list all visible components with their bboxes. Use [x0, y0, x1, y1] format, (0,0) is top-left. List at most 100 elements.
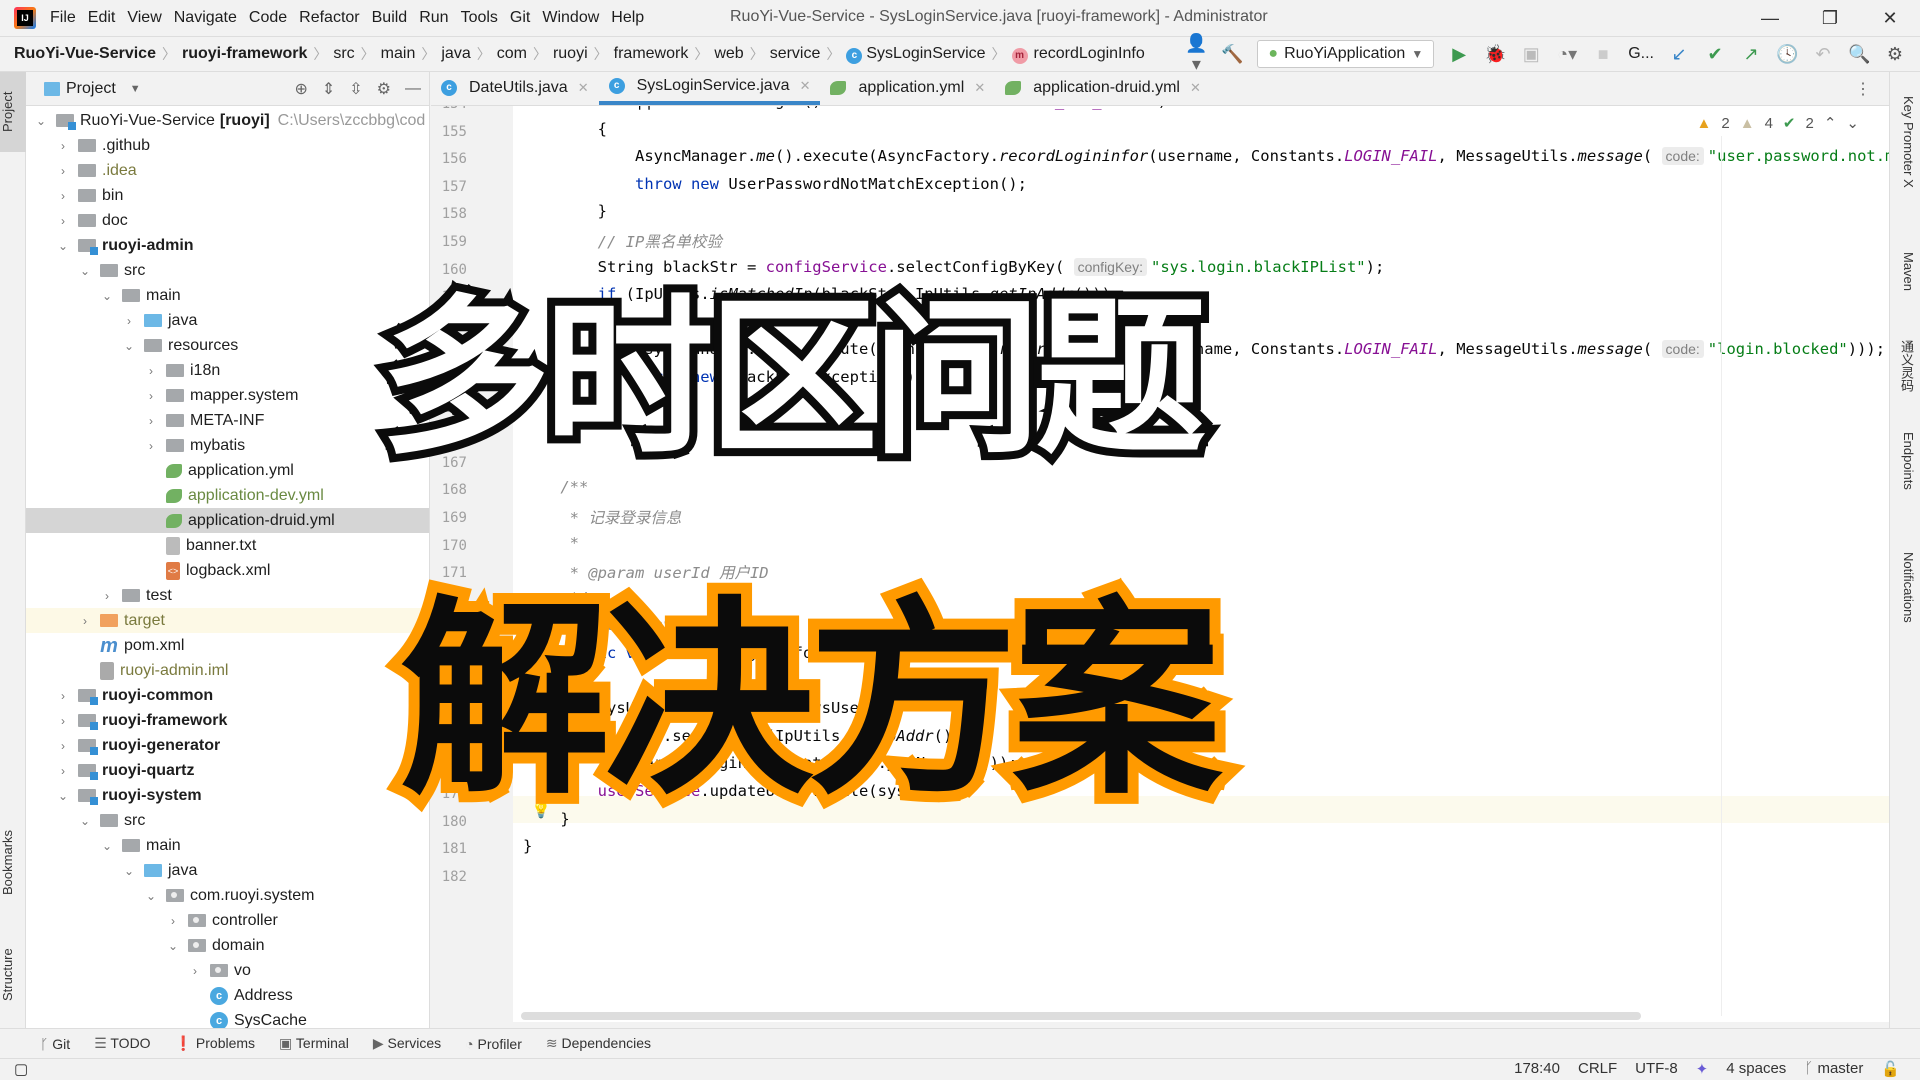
menu-item-code[interactable]: Code [249, 9, 287, 27]
tree-item[interactable]: › doc [26, 208, 429, 233]
tree-item[interactable]: ⌄ ruoyi-admin [26, 233, 429, 258]
tool-window-project[interactable]: Project [0, 72, 26, 152]
git-branch[interactable]: ᚴ master [1804, 1060, 1863, 1078]
run-configuration-select[interactable]: ● RuoYiApplication ▼ [1257, 40, 1435, 68]
chevron-right-icon[interactable]: › [56, 189, 70, 203]
menu-item-refactor[interactable]: Refactor [299, 9, 359, 27]
tree-item[interactable]: application.yml [26, 458, 429, 483]
chevron-down-icon[interactable]: ⌄ [122, 339, 136, 353]
breadcrumb-item[interactable]: service [770, 45, 821, 63]
run-icon[interactable]: ▶ [1448, 44, 1470, 65]
git-update-icon[interactable]: ↙ [1668, 44, 1690, 65]
menu-item-edit[interactable]: Edit [88, 9, 116, 27]
tree-item[interactable]: › .idea [26, 158, 429, 183]
git-label[interactable]: G... [1628, 45, 1654, 63]
build-hammer-icon[interactable]: 🔨 [1221, 44, 1243, 65]
chevron-down-icon[interactable]: ⌄ [78, 814, 92, 828]
code-line[interactable]: } [523, 837, 532, 855]
tree-item[interactable]: › META-INF [26, 408, 429, 433]
chevron-down-icon[interactable]: ⌄ [34, 114, 48, 128]
menu-item-navigate[interactable]: Navigate [174, 9, 237, 27]
chevron-down-icon[interactable]: ▼ [130, 83, 141, 95]
inspection-widget[interactable]: ▲ 2 ▲ 4 ✔ 2 ⌃ ⌄ [1697, 114, 1859, 133]
tree-item[interactable]: › ruoyi-common [26, 683, 429, 708]
chevron-right-icon[interactable]: › [144, 439, 158, 453]
rollback-icon[interactable]: ↶ [1812, 44, 1834, 65]
menu-item-view[interactable]: View [127, 9, 161, 27]
history-clock-icon[interactable]: 🕓 [1776, 44, 1798, 65]
caret-position[interactable]: 178:40 [1514, 1060, 1560, 1078]
tree-item[interactable]: ⌄ src [26, 808, 429, 833]
hide-panel-icon[interactable]: — [405, 80, 421, 98]
breadcrumb-item[interactable]: c SysLoginService [846, 45, 986, 64]
menu-item-git[interactable]: Git [510, 9, 530, 27]
horizontal-scrollbar[interactable] [521, 1012, 1641, 1020]
toggle-tool-windows-icon[interactable]: ▢ [14, 1060, 28, 1078]
breadcrumb-item[interactable]: ruoyi [553, 45, 588, 63]
tree-item[interactable]: ⌄ RuoYi-Vue-Service [ruoyi] C:\Users\zccbbg… [26, 108, 429, 133]
tree-item[interactable]: banner.txt [26, 533, 429, 558]
chevron-right-icon[interactable]: › [56, 139, 70, 153]
tree-item[interactable]: ⌄ src [26, 258, 429, 283]
chevron-right-icon[interactable]: › [122, 314, 136, 328]
indent-setting[interactable]: 4 spaces [1726, 1060, 1786, 1078]
menu-item-run[interactable]: Run [419, 9, 448, 27]
tree-item[interactable]: › bin [26, 183, 429, 208]
collapse-all-icon[interactable]: ⇳ [349, 79, 362, 99]
chevron-right-icon[interactable]: › [100, 589, 114, 603]
close-button[interactable]: ✕ [1860, 0, 1920, 36]
breadcrumb-item[interactable]: com [497, 45, 527, 63]
chevron-right-icon[interactable]: › [56, 164, 70, 178]
tree-item[interactable]: › mapper.system [26, 383, 429, 408]
stop-icon[interactable]: ■ [1592, 44, 1614, 65]
close-tab-icon[interactable]: ✕ [800, 78, 811, 94]
chevron-right-icon[interactable]: › [188, 964, 202, 978]
git-push-icon[interactable]: ↗ [1740, 44, 1762, 65]
tree-item[interactable]: › i18n [26, 358, 429, 383]
chevron-right-icon[interactable]: › [144, 364, 158, 378]
tree-item[interactable]: ⌄ main [26, 283, 429, 308]
tool-window-bookmarks[interactable]: Bookmarks [0, 812, 26, 912]
tree-item[interactable]: › ruoyi-generator [26, 733, 429, 758]
debug-bug-icon[interactable]: 🐞 [1484, 44, 1506, 65]
chevron-down-icon[interactable]: ⌄ [166, 939, 180, 953]
close-tab-icon[interactable]: ✕ [578, 80, 589, 96]
chevron-down-icon[interactable]: ⌄ [100, 289, 114, 303]
git-commit-check-icon[interactable]: ✔ [1704, 44, 1726, 65]
locate-target-icon[interactable]: ⊕ [294, 79, 307, 99]
chevron-right-icon[interactable]: › [56, 714, 70, 728]
tree-item[interactable]: m pom.xml [26, 633, 429, 658]
code-line[interactable]: AsyncManager.me().execute(AsyncFactory.r… [523, 147, 1889, 166]
code-line[interactable]: || username.length() > UserConstants.USE… [523, 106, 1167, 110]
chevron-right-icon[interactable]: › [56, 689, 70, 703]
tree-item[interactable]: › vo [26, 958, 429, 983]
chevron-down-icon[interactable]: ⌄ [56, 239, 70, 253]
breadcrumb-item[interactable]: web [714, 45, 743, 63]
chevron-right-icon[interactable]: › [166, 914, 180, 928]
previous-highlight-icon[interactable]: ⌃ [1824, 114, 1837, 132]
chevron-right-icon[interactable]: › [78, 614, 92, 628]
tree-item[interactable]: › ruoyi-framework [26, 708, 429, 733]
menu-item-file[interactable]: File [50, 9, 76, 27]
chevron-right-icon[interactable]: › [144, 389, 158, 403]
menu-item-tools[interactable]: Tools [461, 9, 498, 27]
chevron-right-icon[interactable]: › [56, 214, 70, 228]
chevron-right-icon[interactable]: › [56, 739, 70, 753]
tree-item[interactable]: ⌄ ruoyi-system [26, 783, 429, 808]
line-separator[interactable]: CRLF [1578, 1060, 1617, 1078]
chevron-right-icon[interactable]: › [56, 764, 70, 778]
more-options-icon[interactable]: ⋮ [1855, 79, 1871, 99]
editor-tab[interactable]: c DateUtils.java ✕ [431, 71, 599, 105]
tree-item[interactable]: c Address [26, 983, 429, 1008]
expand-all-icon[interactable]: ⇕ [322, 79, 335, 99]
breadcrumb-item[interactable]: framework [614, 45, 689, 63]
tree-item[interactable]: ⌄ com.ruoyi.system [26, 883, 429, 908]
tool-window-profiler[interactable]: ◔ Profiler [465, 1036, 522, 1052]
chevron-down-icon[interactable]: ⌄ [100, 839, 114, 853]
chevron-down-icon[interactable]: ⌄ [56, 789, 70, 803]
code-line[interactable]: * 记录登录信息 [523, 506, 682, 528]
tree-item[interactable]: › test [26, 583, 429, 608]
options-gear-icon[interactable]: ⚙ [377, 79, 391, 99]
breadcrumb-item[interactable]: main [381, 45, 416, 63]
tool-window-endpoints[interactable]: Endpoints [1894, 432, 1916, 490]
